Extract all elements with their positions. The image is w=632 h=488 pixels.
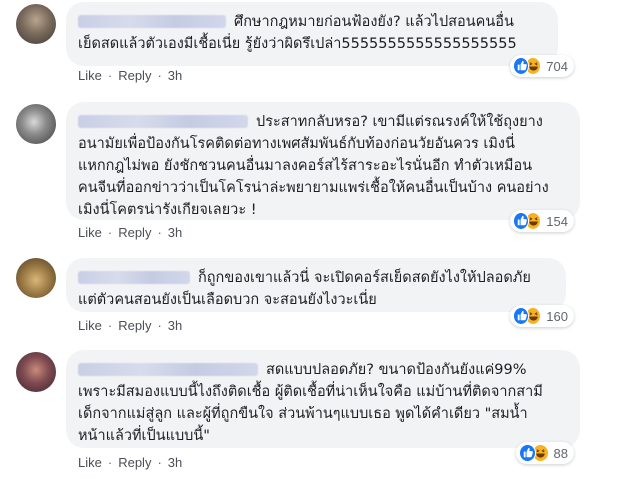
like-button[interactable]: Like [78, 68, 102, 83]
like-button[interactable]: Like [78, 455, 102, 470]
avatar[interactable] [16, 104, 56, 144]
reaction-summary[interactable]: 154 [510, 210, 574, 232]
reaction-count: 154 [546, 213, 568, 229]
reaction-summary[interactable]: 88 [516, 442, 574, 464]
separator-dot: · [157, 455, 162, 470]
author-name-redacted[interactable] [78, 115, 248, 128]
reply-button[interactable]: Reply [118, 68, 151, 83]
like-icon [519, 444, 536, 462]
comment-bubble: ก็ถูกของเขาแล้วนี่ จะเปิดคอร์สเย็ดสดยังไ… [66, 258, 566, 312]
comment-actions: Like · Reply · 3h [78, 455, 182, 470]
separator-dot: · [107, 318, 113, 333]
like-button[interactable]: Like [78, 318, 102, 333]
reply-button[interactable]: Reply [118, 225, 151, 240]
separator-dot: · [157, 225, 162, 240]
separator-dot: · [107, 455, 113, 470]
author-name-redacted[interactable] [78, 363, 258, 376]
comment-bubble: สดแบบปลอดภัย? ขนาดป้องกันยังแค่99% เพราะ… [66, 350, 580, 448]
comment-timestamp[interactable]: 3h [168, 455, 182, 470]
comment-text: ประสาทกลับหรอ? เขามีแต่รณรงค์ให้ใช้ถุงยา… [78, 114, 549, 218]
avatar[interactable] [16, 352, 56, 392]
separator-dot: · [107, 68, 113, 83]
reaction-summary[interactable]: 160 [510, 305, 574, 327]
comment-timestamp[interactable]: 3h [168, 318, 182, 333]
separator-dot: · [107, 225, 113, 240]
reaction-summary[interactable]: 704 [510, 55, 574, 77]
avatar[interactable] [16, 4, 56, 44]
comment-actions: Like · Reply · 3h [78, 318, 182, 333]
avatar[interactable] [16, 258, 56, 298]
author-name-redacted[interactable] [78, 15, 226, 28]
separator-dot: · [157, 318, 162, 333]
reaction-count: 88 [553, 445, 568, 461]
comment-timestamp[interactable]: 3h [168, 225, 182, 240]
like-icon [513, 57, 530, 75]
reaction-count: 704 [546, 58, 568, 74]
comment-actions: Like · Reply · 3h [78, 68, 182, 83]
comment-timestamp[interactable]: 3h [168, 68, 182, 83]
like-icon [513, 307, 530, 325]
comment-bubble: ประสาทกลับหรอ? เขามีแต่รณรงค์ให้ใช้ถุงยา… [66, 102, 580, 220]
reply-button[interactable]: Reply [118, 455, 151, 470]
like-icon [513, 212, 530, 230]
reply-button[interactable]: Reply [118, 318, 151, 333]
comment-bubble: ศึกษากฎหมายก่อนฟ้องยัง? แล้วไปสอนคนอื่น … [66, 2, 558, 66]
author-name-redacted[interactable] [78, 271, 190, 284]
comment-actions: Like · Reply · 3h [78, 225, 182, 240]
like-button[interactable]: Like [78, 225, 102, 240]
reaction-count: 160 [546, 308, 568, 324]
separator-dot: · [157, 68, 162, 83]
